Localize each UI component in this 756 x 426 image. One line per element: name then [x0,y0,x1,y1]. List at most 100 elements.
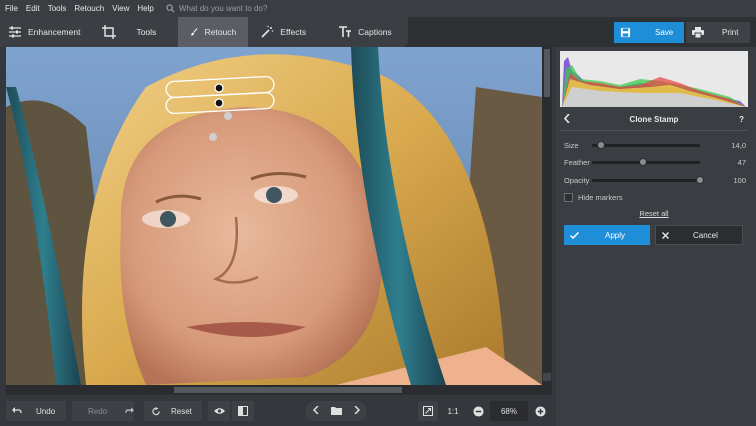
feather-label: Feather [564,157,590,167]
redo-icon [125,407,134,413]
floppy-icon [620,27,631,38]
histogram [560,51,748,107]
feather-slider-knob[interactable] [638,158,647,166]
cancel-label: Cancel [693,230,718,240]
search-box[interactable]: What do you want to do? [166,4,267,13]
magic-wand-icon [261,25,274,38]
chevron-left-icon [312,405,319,415]
undo-button[interactable]: Undo [6,401,66,421]
menu-tools[interactable]: Tools [48,4,67,13]
size-slider-knob[interactable] [596,141,605,149]
bottom-bar: Undo Redo Reset 1:1 68% [0,397,556,426]
eye-icon [213,408,225,414]
apply-button[interactable]: Apply [564,225,650,245]
fit-to-screen-button[interactable] [418,401,438,421]
rotate-icon [152,406,160,415]
reset-button[interactable]: Reset [144,401,202,421]
apply-label: Apply [605,230,626,240]
checkmark-icon [570,231,579,239]
tab-captions[interactable]: Captions [326,17,408,47]
tab-strip: Enhancement Tools Retouch Effects Captio… [0,17,408,47]
zoom-out-icon [472,405,484,417]
menu-help[interactable]: Help [137,4,153,13]
opacity-label: Opacity [564,175,590,185]
histogram-graph [562,57,746,107]
hide-markers-label[interactable]: Hide markers [578,193,623,202]
next-image-button[interactable] [353,405,360,416]
tab-captions-label: Captions [358,27,392,37]
open-folder-button[interactable] [330,406,342,417]
tab-tools[interactable]: Tools [92,17,178,47]
feather-value: 47 [737,157,746,167]
tab-retouch[interactable]: Retouch [178,17,249,47]
chevron-right-icon [353,405,360,415]
split-view-icon [238,406,248,416]
opacity-slider[interactable] [592,179,700,182]
hide-markers-checkbox[interactable] [564,192,573,202]
vertical-scrollbar[interactable] [542,47,552,385]
opacity-slider-row: Opacity 100 [564,174,746,186]
scroll-down-arrow[interactable] [543,373,551,381]
actual-size-button[interactable]: 1:1 [442,401,464,421]
size-label: Size [564,140,579,150]
help-button[interactable]: ? [739,115,744,124]
size-value: 14,0 [731,140,746,150]
undo-label: Undo [36,406,56,416]
menu-edit[interactable]: Edit [26,4,40,13]
back-button[interactable] [563,112,570,125]
previous-image-button[interactable] [312,405,319,416]
portrait-photo [6,47,542,385]
main-toolbar: Enhancement Tools Retouch Effects Captio… [0,17,756,47]
zoom-out-button[interactable] [470,401,486,421]
redo-label: Redo [88,406,108,416]
reset-label: Reset [171,406,192,416]
undo-icon [12,407,22,414]
tab-retouch-label: Retouch [204,27,237,37]
preview-toggle-button[interactable] [208,401,230,421]
print-button[interactable]: Print [686,22,750,43]
zoom-in-icon [534,405,546,417]
menu-view[interactable]: View [112,4,129,13]
zoom-level-value: 68% [500,406,517,416]
size-slider-row: Size 14,0 [564,139,746,151]
tab-enhancement[interactable]: Enhancement [0,17,92,47]
save-label: Save [655,28,674,37]
reset-all-link[interactable]: Reset all [560,209,748,218]
tab-enhancement-label: Enhancement [28,27,81,37]
app-window: File Edit Tools Retouch View Help What d… [0,0,756,426]
redo-button[interactable]: Redo [72,401,134,421]
zoom-in-button[interactable] [532,401,548,421]
print-label: Print [722,28,739,37]
menu-file[interactable]: File [5,4,18,13]
brush-icon [191,28,198,36]
vertical-scroll-thumb[interactable] [544,49,550,97]
zoom-level-field[interactable]: 68% [490,401,528,421]
feather-slider-row: Feather 47 [564,156,746,168]
cancel-button[interactable]: Cancel [655,225,743,245]
opacity-slider-knob[interactable] [696,176,704,184]
hide-markers-row: Hide markers [564,191,746,203]
photo-canvas[interactable] [6,47,542,385]
tab-effects-label: Effects [280,27,307,37]
horizontal-scrollbar[interactable] [6,385,552,395]
printer-icon [692,27,704,38]
folder-icon [330,406,342,415]
save-button[interactable]: Save [614,22,684,43]
size-slider[interactable] [592,144,700,147]
fit-screen-icon [423,406,433,416]
file-actions: Save Print [614,22,750,43]
sliders-icon [9,26,21,38]
panel-divider [560,130,748,131]
search-icon [166,4,175,13]
menu-retouch[interactable]: Retouch [74,4,104,13]
close-icon [662,231,669,239]
panel-title: Clone Stamp [629,114,679,124]
menu-bar: File Edit Tools Retouch View Help What d… [0,0,756,17]
horizontal-scroll-thumb[interactable] [174,387,402,393]
tab-effects[interactable]: Effects [248,17,326,47]
crop-icon [102,25,117,39]
tab-tools-label: Tools [136,27,157,37]
compare-button[interactable] [232,401,254,421]
opacity-value: 100 [733,175,746,185]
panel-header: Clone Stamp ? [560,110,748,128]
